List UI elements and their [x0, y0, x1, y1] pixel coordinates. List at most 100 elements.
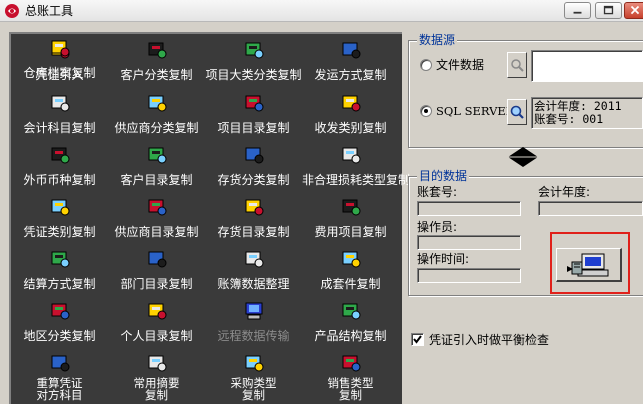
- remote-transfer-icon: [243, 301, 265, 321]
- tool-loss-type-button[interactable]: 非合理损耗类型复制: [302, 141, 410, 193]
- tool-inventory-catalog-button[interactable]: 存货目录复制: [205, 193, 302, 245]
- ledger-data-icon: [243, 249, 265, 269]
- warehouse-icon: [49, 38, 71, 58]
- tool-label: 产品结构复制: [314, 329, 387, 343]
- voucher-type-icon: [49, 197, 71, 217]
- tool-kit-button[interactable]: 成套件复制: [302, 245, 399, 297]
- maximize-button[interactable]: [595, 2, 622, 19]
- tool-label: 项目目录复制: [217, 121, 290, 135]
- tool-customer-category-button[interactable]: 客户分类复制: [108, 36, 205, 88]
- tool-currency-button[interactable]: 外币币种复制: [11, 141, 108, 193]
- product-structure-icon: [340, 301, 362, 321]
- tool-label: 部门目录复制: [120, 277, 193, 291]
- tool-label: 仓库档案复制: [23, 66, 96, 80]
- project-class-icon: [243, 40, 265, 60]
- receipt-dispatch-icon: [340, 93, 362, 113]
- browse-file-button[interactable]: [507, 52, 527, 78]
- tool-label: 凭证类别复制: [23, 225, 96, 239]
- target-data-title: 目的数据: [417, 169, 470, 183]
- tool-remote-transfer-button: 远程数据传输: [205, 297, 302, 349]
- close-button[interactable]: [624, 2, 643, 19]
- customer-catalog-icon: [146, 145, 168, 165]
- tool-sales-type-button[interactable]: 销售类型复制: [302, 349, 399, 401]
- tool-inventory-category-button[interactable]: 存货分类复制: [205, 141, 302, 193]
- magnifier-icon: [511, 59, 524, 72]
- tool-label: 账簿数据整理: [217, 277, 290, 291]
- purchase-type-icon: [243, 353, 265, 373]
- settlement-icon: [49, 249, 71, 269]
- tool-label: 重算凭证对方科目: [36, 376, 83, 402]
- option-file-label[interactable]: 文件数据: [436, 58, 484, 72]
- tool-account-subject-button[interactable]: 会计科目复制: [11, 89, 108, 141]
- target-year-field: [538, 201, 643, 216]
- tool-label: 外币币种复制: [23, 173, 96, 187]
- tool-label: 远程数据传输: [217, 329, 290, 343]
- tool-common-summary-button[interactable]: 常用摘要复制: [108, 349, 205, 401]
- balance-check-checkbox[interactable]: [411, 333, 424, 346]
- tool-customer-catalog-button[interactable]: 客户目录复制: [108, 141, 205, 193]
- radio-sql-server[interactable]: [420, 105, 432, 117]
- tool-department-button[interactable]: 部门目录复制: [108, 245, 205, 297]
- maximize-icon: [603, 5, 614, 15]
- target-login-button[interactable]: [556, 248, 622, 282]
- close-icon: [630, 5, 640, 15]
- data-source-title: 数据源: [417, 33, 458, 47]
- tool-personnel-button[interactable]: 个人目录复制: [108, 297, 205, 349]
- computer-login-icon: [567, 253, 609, 277]
- tool-purchase-type-button[interactable]: 采购类型复制: [205, 349, 302, 401]
- tool-expense-item-button[interactable]: 费用项目复制: [302, 193, 399, 245]
- account-subject-icon: [49, 93, 71, 113]
- minimize-icon: [573, 11, 582, 14]
- tool-project-class-button[interactable]: 项目大类分类复制: [205, 36, 302, 88]
- tool-label: 结算方式复制: [23, 277, 96, 291]
- supplier-catalog-icon: [146, 197, 168, 217]
- tool-shipping-method-button[interactable]: 发运方式复制: [302, 36, 399, 88]
- sales-type-icon: [340, 353, 362, 373]
- tool-label: 会计科目复制: [23, 121, 96, 135]
- tool-label: 存货目录复制: [217, 225, 290, 239]
- tool-panel: 凭证引入 客户分类复制 项目大类分类复制 发运方式复制 会计科目复制 供应商分类复制 项目目…: [9, 32, 410, 404]
- tool-label: 成套件复制: [320, 277, 381, 291]
- checkmark-icon: [413, 335, 422, 344]
- tool-warehouse-button[interactable]: 仓库档案复制: [11, 34, 108, 86]
- currency-icon: [49, 145, 71, 165]
- shipping-method-icon: [340, 40, 362, 60]
- file-path-input[interactable]: [531, 50, 643, 82]
- recalc-voucher-icon: [49, 353, 71, 373]
- tool-label: 常用摘要复制: [133, 376, 180, 402]
- tool-voucher-type-button[interactable]: 凭证类别复制: [11, 193, 108, 245]
- kit-icon: [340, 249, 362, 269]
- tool-label: 存货分类复制: [217, 173, 290, 187]
- tool-label: 采购类型复制: [230, 376, 277, 402]
- target-time-label: 操作时间:: [417, 252, 470, 266]
- target-year-label: 会计年度:: [538, 185, 591, 199]
- project-catalog-icon: [243, 93, 265, 113]
- radio-file-data[interactable]: [420, 59, 432, 71]
- tool-recalc-voucher-button[interactable]: 重算凭证对方科目: [11, 349, 108, 401]
- tool-label: 销售类型复制: [327, 376, 374, 402]
- tool-label: 供应商分类复制: [114, 121, 199, 135]
- tool-label: 收发类别复制: [314, 121, 387, 135]
- tool-region-category-button[interactable]: 地区分类复制: [11, 297, 108, 349]
- tool-label: 地区分类复制: [23, 329, 96, 343]
- tool-supplier-category-button[interactable]: 供应商分类复制: [108, 89, 205, 141]
- sql-connect-button[interactable]: [507, 99, 527, 125]
- app-logo-icon: [5, 4, 19, 18]
- minimize-button[interactable]: [564, 2, 591, 19]
- tool-ledger-data-button[interactable]: 账簿数据整理: [205, 245, 302, 297]
- department-icon: [146, 249, 168, 269]
- tool-receipt-dispatch-button[interactable]: 收发类别复制: [302, 89, 399, 141]
- tool-label: 项目大类分类复制: [205, 68, 302, 82]
- supplier-category-icon: [146, 93, 168, 113]
- inventory-catalog-icon: [243, 197, 265, 217]
- tool-settlement-button[interactable]: 结算方式复制: [11, 245, 108, 297]
- option-sql-label[interactable]: SQL SERVER: [436, 104, 514, 118]
- balance-check-label[interactable]: 凭证引入时做平衡检查: [429, 333, 549, 347]
- tool-supplier-catalog-button[interactable]: 供应商目录复制: [108, 193, 205, 245]
- tool-label: 发运方式复制: [314, 68, 387, 82]
- sql-info-box: 会计年度: 2011 账套号: 001: [531, 97, 643, 129]
- tool-project-catalog-button[interactable]: 项目目录复制: [205, 89, 302, 141]
- tool-product-structure-button[interactable]: 产品结构复制: [302, 297, 399, 349]
- target-time-field: [417, 268, 521, 283]
- tool-label: 费用项目复制: [314, 225, 387, 239]
